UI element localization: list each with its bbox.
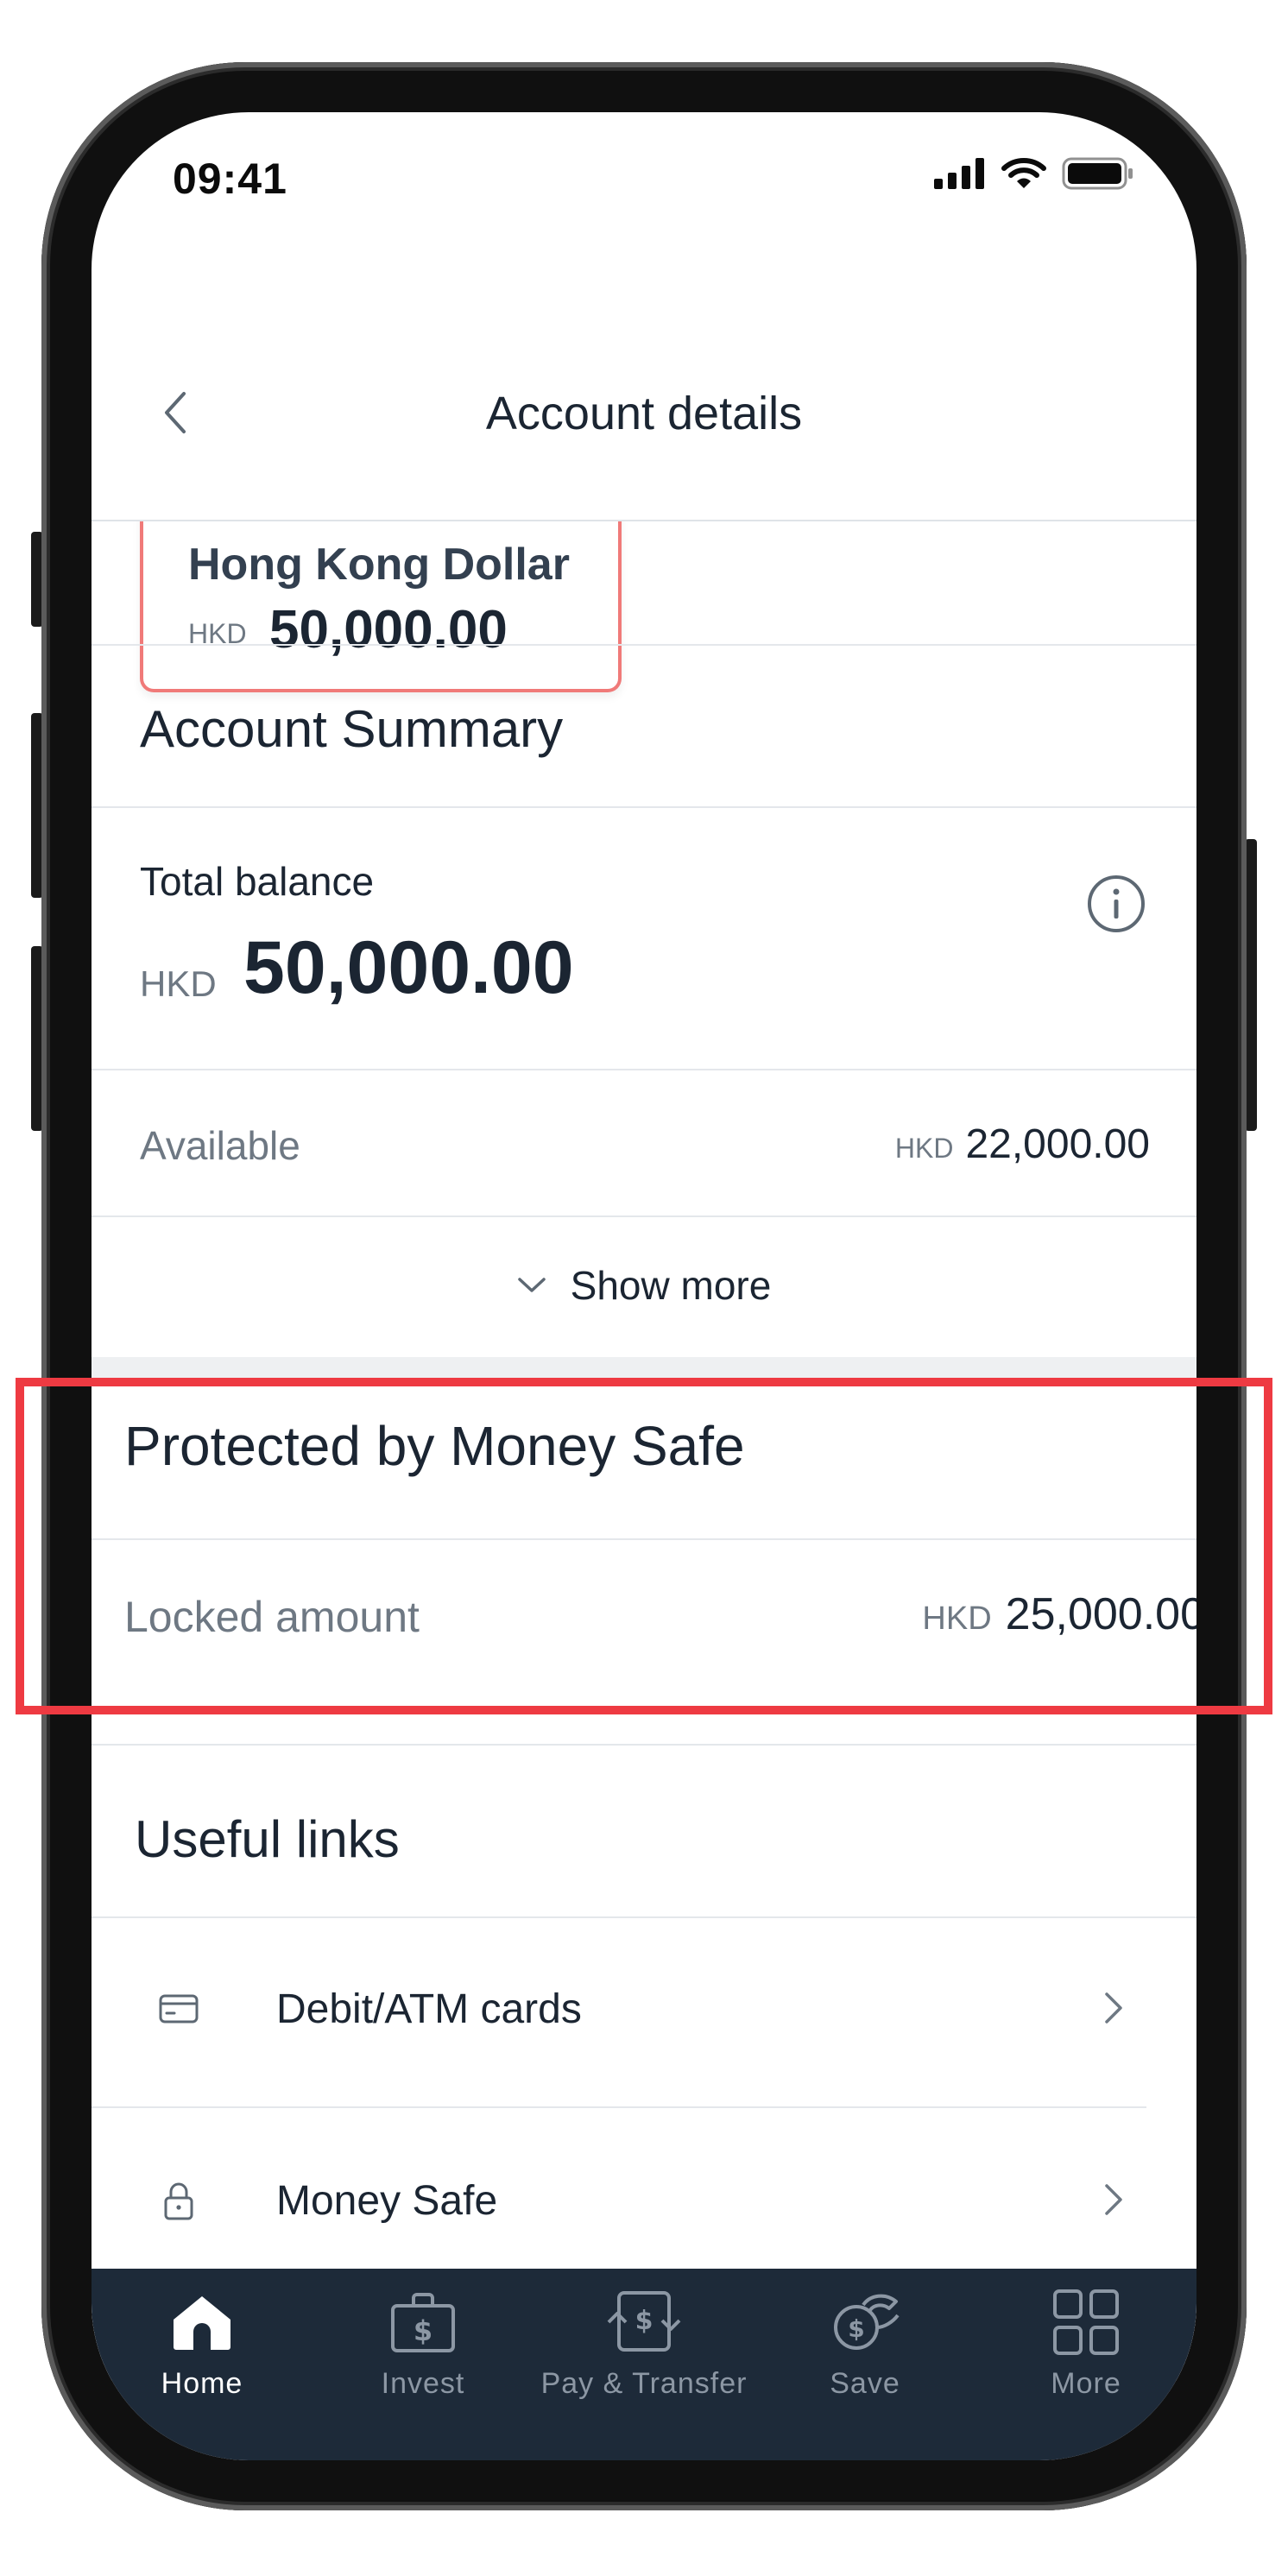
available-value: HKD 22,000.00 [895,1121,1150,1168]
briefcase-dollar-icon: $ [384,2288,462,2357]
show-more-label: Show more [570,1263,772,1308]
account-summary-title: Account Summary [140,700,564,758]
tab-label-pay-transfer: Pay & Transfer [540,2367,748,2400]
currency-card-amount: 50,000.00 [269,600,508,660]
home-icon [163,2288,241,2357]
piggy-coin-icon: $ [826,2288,904,2357]
navigation-bar: Account details [92,112,1196,521]
available-currency: HKD [894,1133,954,1164]
divider [92,1215,1196,1217]
tab-label-home: Home [161,2367,243,2400]
chevron-down-icon [517,1278,546,1292]
useful-links-title: Useful links [135,1810,400,1868]
link-label-debit-atm-cards: Debit/ATM cards [276,1986,582,2032]
tab-label-invest: Invest [381,2367,465,2400]
tab-label-more: More [1051,2367,1121,2400]
card-icon [157,1987,200,2030]
total-balance-currency: HKD [140,963,217,1004]
total-balance-amount: 50,000.00 [243,926,574,1009]
divider [92,644,1196,646]
tab-more[interactable]: More [975,2269,1196,2460]
info-icon [1088,875,1145,932]
link-debit-atm-cards[interactable]: Debit/ATM cards [92,1918,1196,2108]
divider [92,1069,1196,1070]
available-label: Available [140,1123,300,1168]
divider [92,806,1196,808]
tab-invest[interactable]: $ Invest [313,2269,534,2460]
tab-pay-transfer[interactable]: $ Pay & Transfer [534,2269,754,2460]
currency-card-hkd[interactable]: Hong Kong Dollar HKD 50,000.00 [140,521,622,692]
available-amount: 22,000.00 [965,1121,1150,1167]
svg-text:$: $ [635,2306,653,2336]
transfer-icon: $ [605,2288,683,2357]
bottom-tab-bar: Home $ Invest $ Pay & Transfer $ Save Mo… [92,2269,1196,2460]
total-balance-label: Total balance [140,859,375,904]
show-more-button[interactable]: Show more [92,1262,1196,1309]
highlight-box [16,1378,1272,1714]
link-label-money-safe: Money Safe [276,2178,498,2224]
svg-text:$: $ [848,2314,864,2343]
tab-home[interactable]: Home [92,2269,313,2460]
currency-card-name: Hong Kong Dollar [188,540,570,590]
divider [92,2106,1146,2108]
power-button [1245,839,1257,1131]
tab-save[interactable]: $ Save [754,2269,975,2460]
tab-label-save: Save [830,2367,900,2400]
chevron-right-icon [1096,1989,1131,2027]
page-title: Account details [485,388,803,439]
phone-frame: 09:41 Account details Hong Kong Dollar H… [41,62,1247,2510]
grid-icon [1047,2288,1125,2357]
chevron-right-icon [1096,2181,1131,2219]
info-button[interactable] [1086,874,1146,934]
phone-screen: 09:41 Account details Hong Kong Dollar H… [92,112,1196,2460]
svg-text:$: $ [414,2314,432,2347]
lock-icon [157,2179,200,2222]
